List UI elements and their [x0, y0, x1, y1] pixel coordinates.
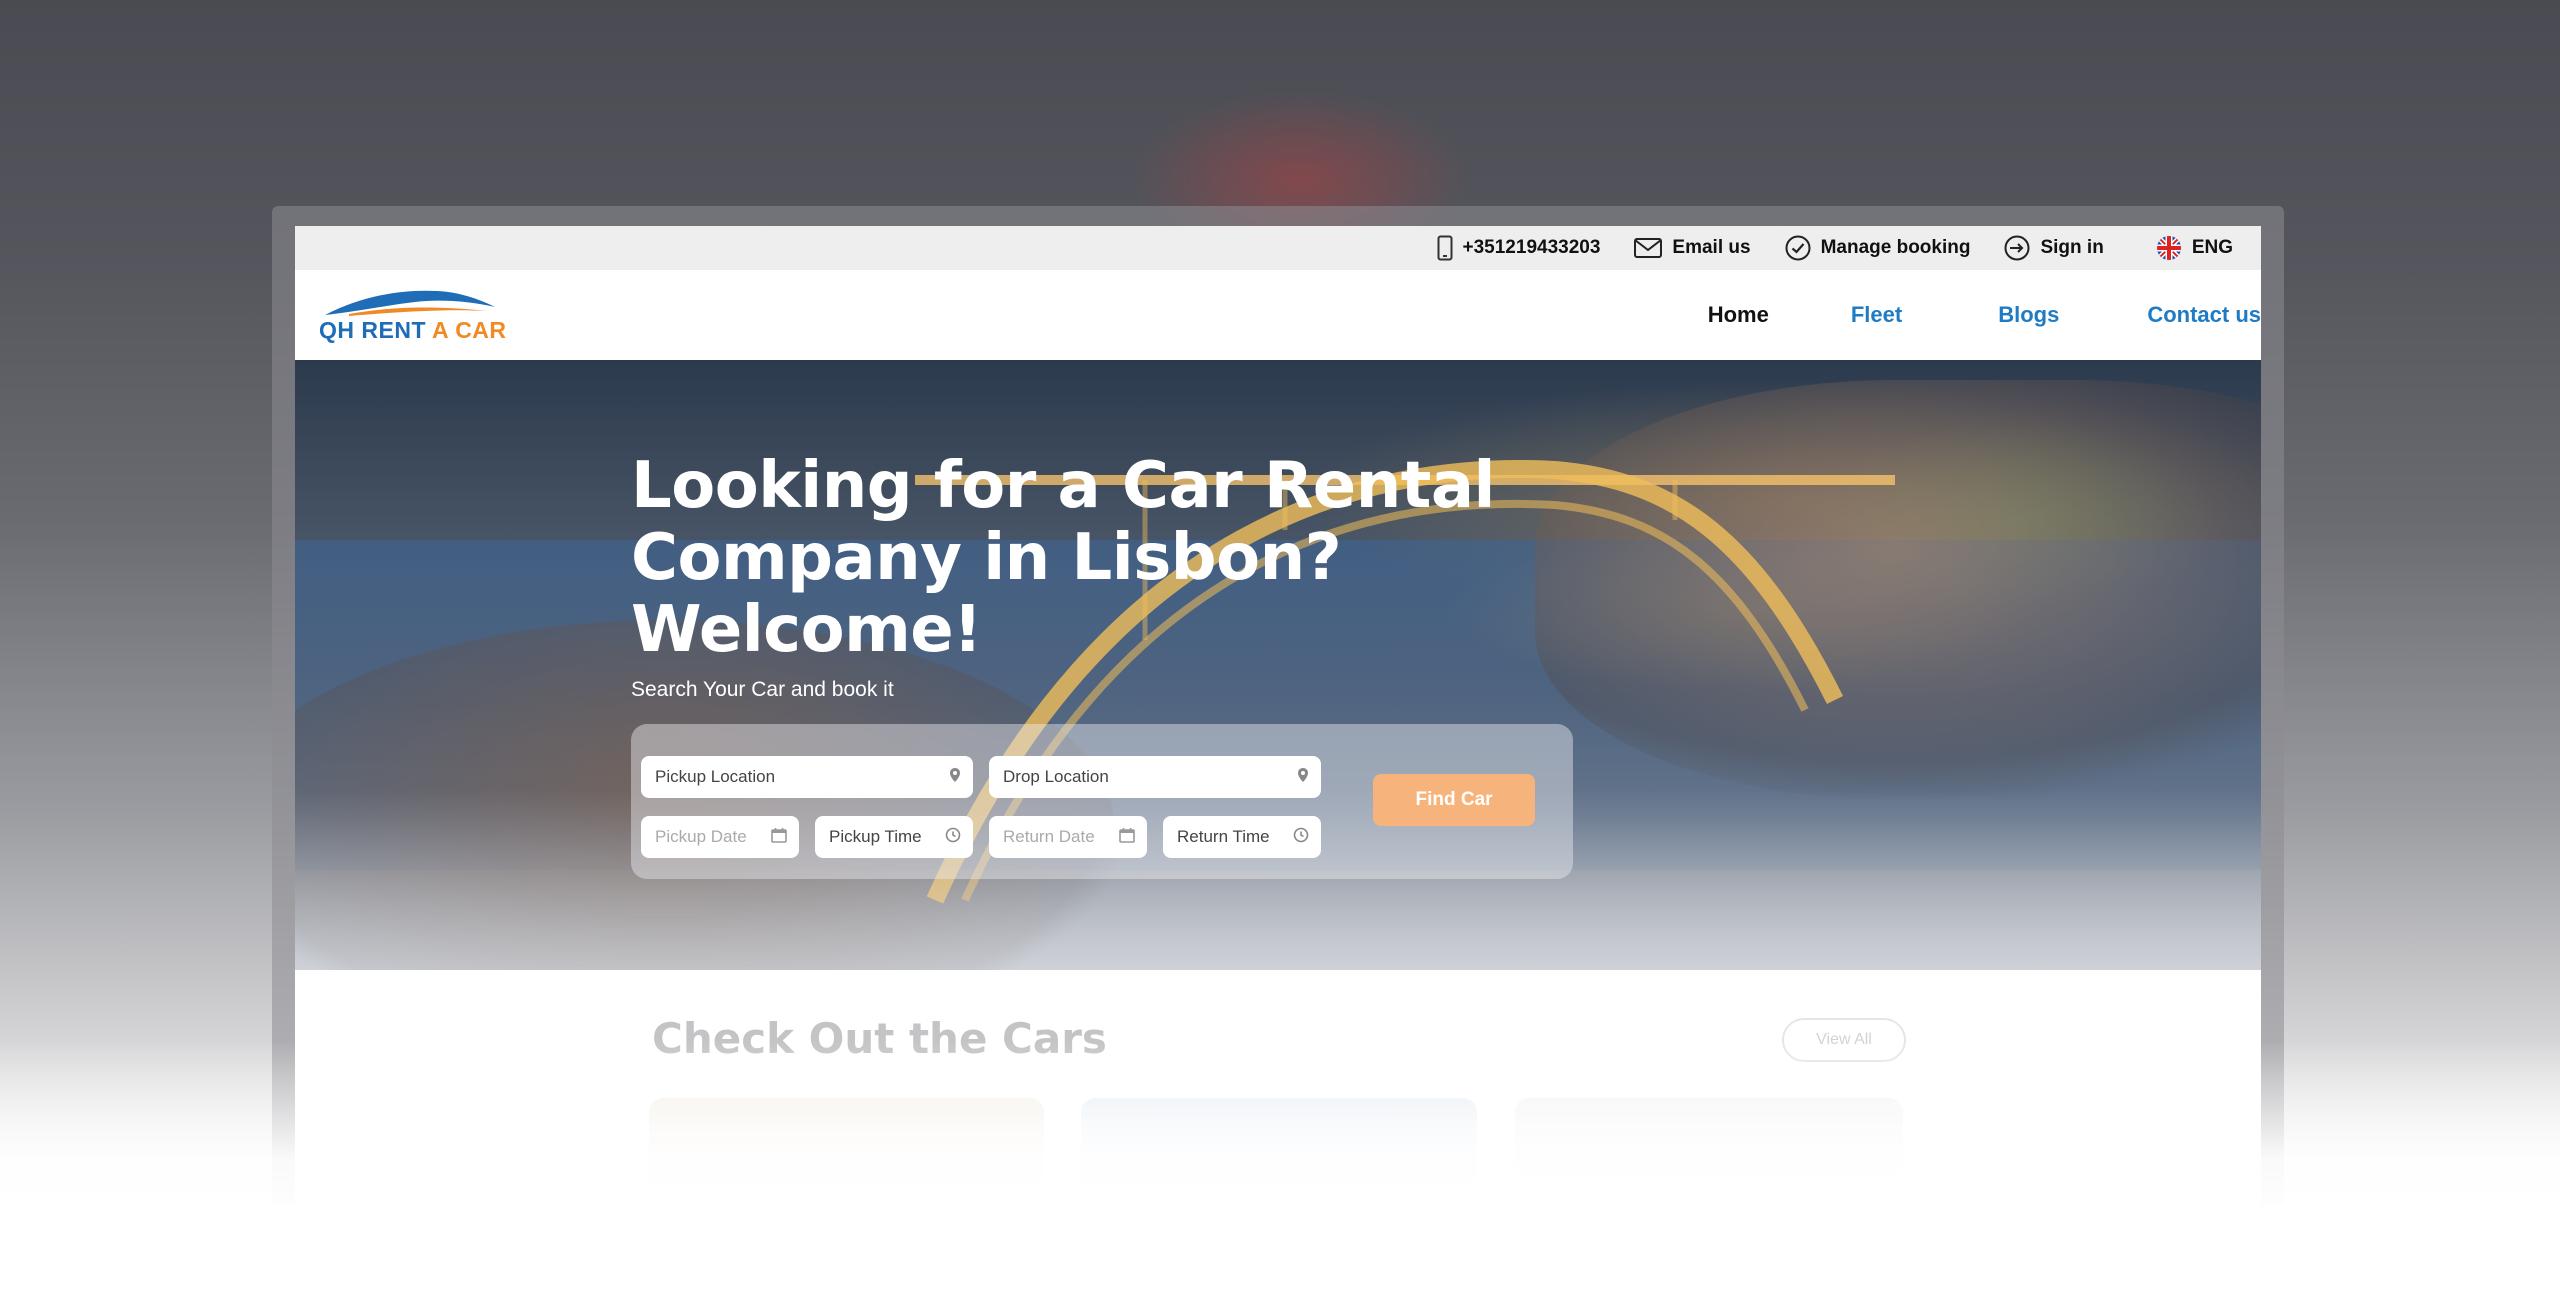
- nav-home[interactable]: Home: [1708, 302, 1769, 328]
- language-selector[interactable]: ENG: [2156, 235, 2233, 261]
- language-label: ENG: [2191, 237, 2233, 258]
- top-bar: +351219433203 Email us Manage booking Si…: [295, 226, 2261, 270]
- email-label: Email us: [1672, 237, 1751, 258]
- phone-number: +351219433203: [1462, 237, 1601, 258]
- clock-icon: [945, 827, 961, 848]
- mail-icon: [1634, 238, 1663, 258]
- find-car-button[interactable]: Find Car: [1373, 774, 1535, 826]
- return-time-text: Return Time: [1177, 827, 1270, 846]
- search-form: Pickup Location Drop Location Pickup Dat…: [631, 724, 1573, 879]
- logo-text-blue: QH RENT: [319, 316, 433, 343]
- pickup-date-field[interactable]: Pickup Date: [641, 816, 799, 858]
- main-nav: Home Fleet Blogs Contact us: [1708, 302, 2261, 328]
- calendar-icon: [771, 827, 787, 848]
- logo[interactable]: QH RENT A CAR: [319, 287, 507, 344]
- clock-icon: [1293, 827, 1309, 848]
- drop-location-field[interactable]: Drop Location: [989, 756, 1321, 798]
- return-date-text: Return Date: [1003, 827, 1095, 846]
- manage-booking-label: Manage booking: [1820, 237, 1971, 258]
- manage-booking-link[interactable]: Manage booking: [1785, 235, 1971, 261]
- pickup-date-text: Pickup Date: [655, 827, 747, 846]
- car-swoosh-icon: [325, 290, 495, 316]
- sign-in-link[interactable]: Sign in: [2004, 235, 2104, 261]
- bottom-fade-overlay: [0, 1040, 2560, 1303]
- header: QH RENT A CAR Home Fleet Blogs Contact u…: [295, 270, 2261, 360]
- drop-location-text: Drop Location: [1003, 767, 1109, 786]
- nav-fleet[interactable]: Fleet: [1851, 302, 1902, 328]
- pickup-location-field[interactable]: Pickup Location: [641, 756, 973, 798]
- calendar-icon: [1119, 827, 1135, 848]
- hero-section: Looking for a Car Rental Company in Lisb…: [295, 360, 2261, 970]
- phone-link[interactable]: +351219433203: [1437, 235, 1601, 261]
- email-link[interactable]: Email us: [1634, 237, 1751, 259]
- map-pin-icon: [1297, 767, 1309, 788]
- hero-title-line1: Looking for a Car Rental: [631, 449, 1495, 523]
- hero-title-line3: Welcome!: [631, 593, 982, 667]
- check-circle-icon: [1785, 235, 1811, 261]
- pickup-time-field[interactable]: Pickup Time: [815, 816, 973, 858]
- nav-blogs[interactable]: Blogs: [1998, 302, 2059, 328]
- hero-title: Looking for a Car Rental Company in Lisb…: [631, 450, 1531, 666]
- return-time-field[interactable]: Return Time: [1163, 816, 1321, 858]
- hero-content: Looking for a Car Rental Company in Lisb…: [631, 450, 1531, 702]
- sign-in-label: Sign in: [2040, 237, 2104, 258]
- hero-title-line2: Company in Lisbon?: [631, 521, 1342, 595]
- uk-flag-icon: [2156, 235, 2182, 261]
- logo-text: QH RENT A CAR: [319, 317, 507, 344]
- sign-in-icon: [2004, 235, 2030, 261]
- return-date-field[interactable]: Return Date: [989, 816, 1147, 858]
- map-pin-icon: [949, 767, 961, 788]
- nav-contact[interactable]: Contact us: [2147, 302, 2261, 328]
- phone-icon: [1437, 235, 1453, 261]
- logo-text-orange: A CAR: [432, 316, 507, 343]
- pickup-location-text: Pickup Location: [655, 767, 776, 786]
- hero-subtitle: Search Your Car and book it: [631, 678, 894, 701]
- pickup-time-text: Pickup Time: [829, 827, 922, 846]
